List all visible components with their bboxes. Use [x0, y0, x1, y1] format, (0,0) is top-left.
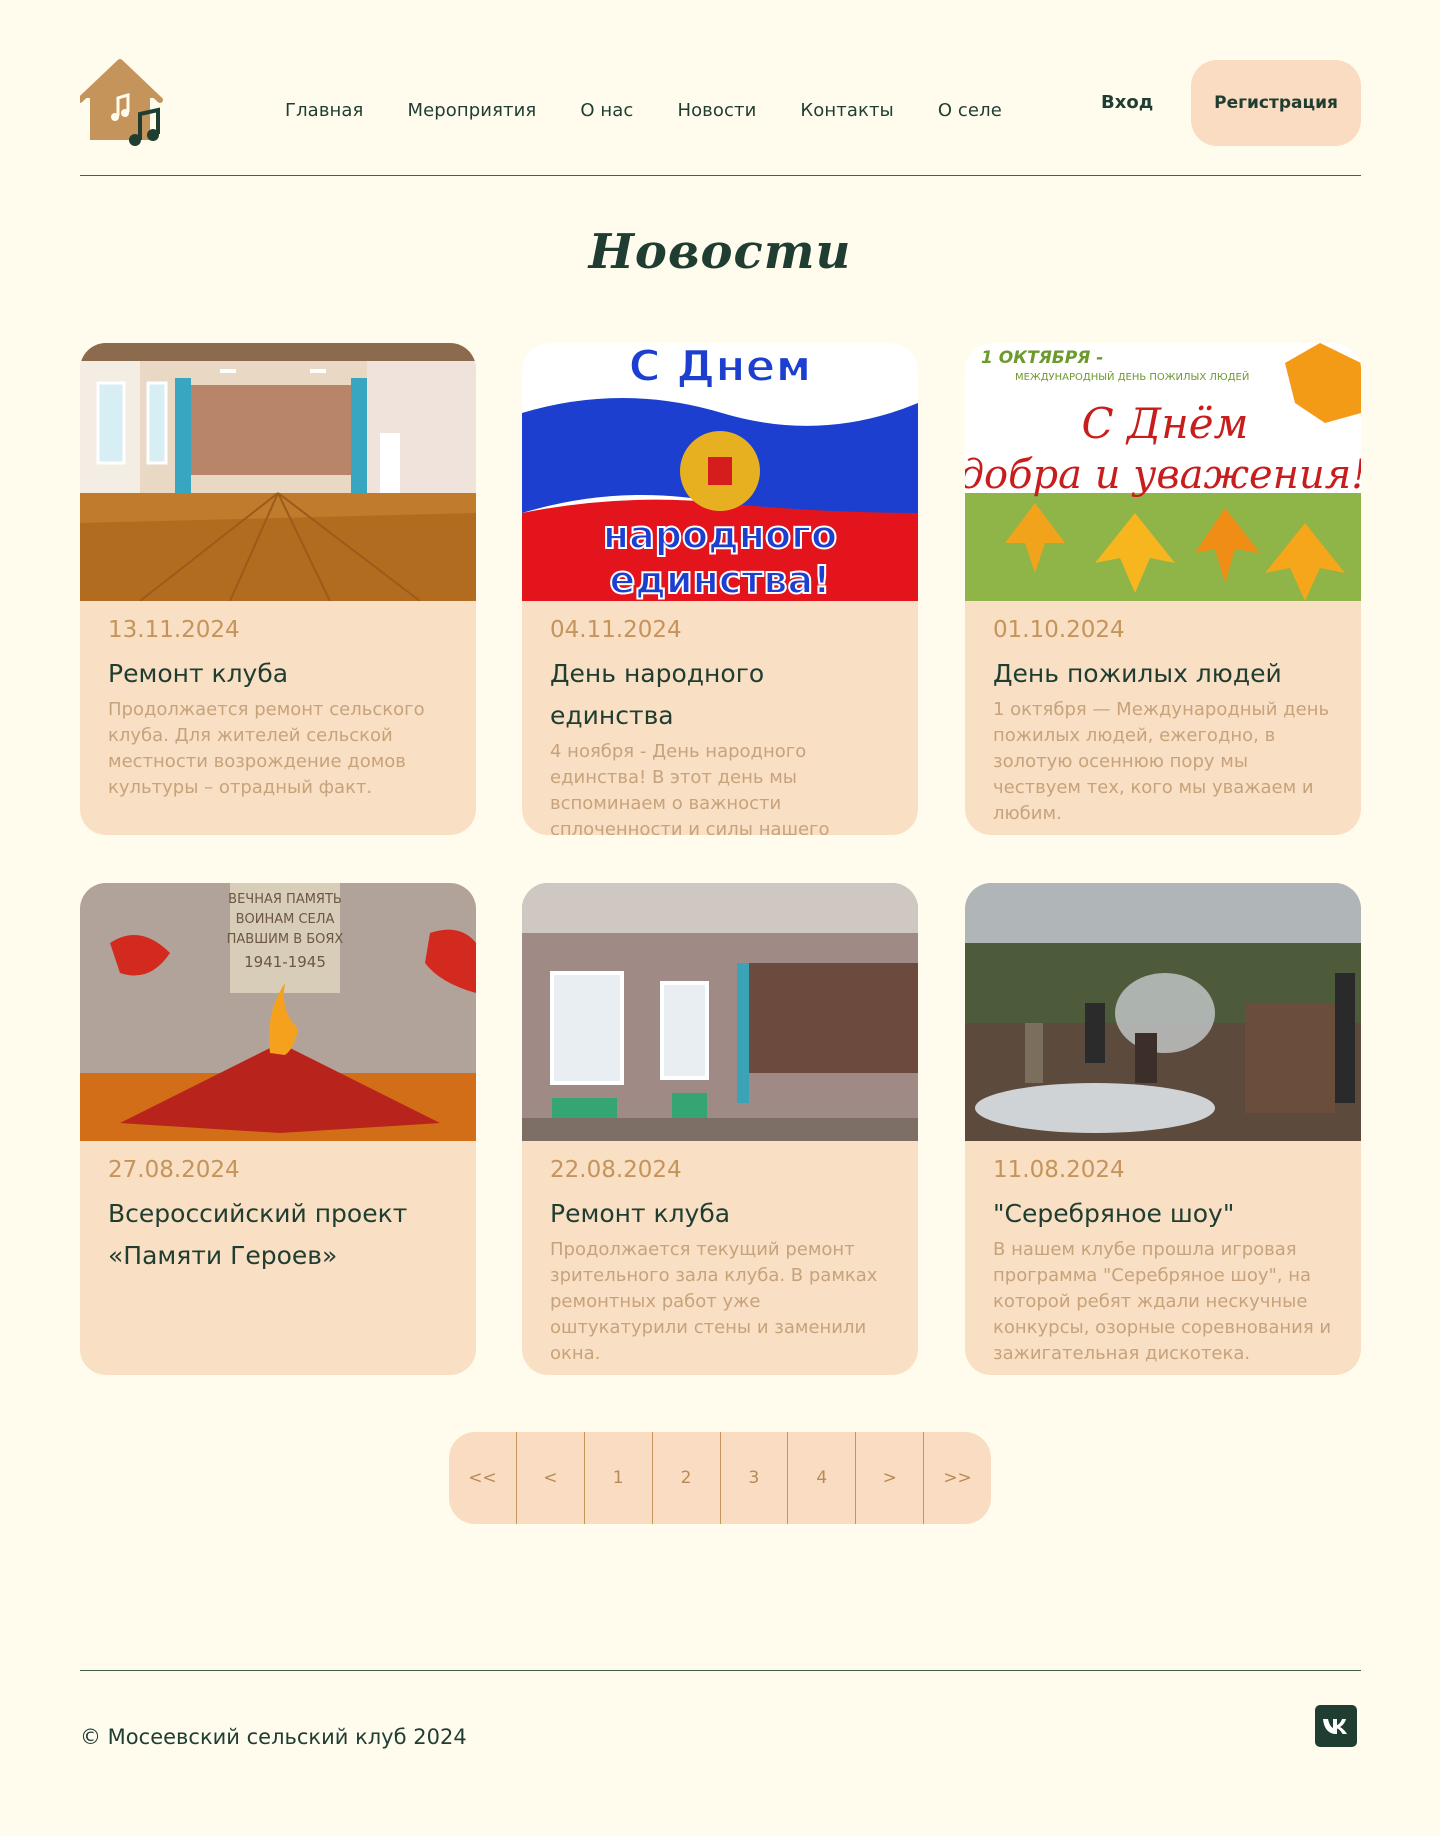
news-title[interactable]: Ремонт клуба — [550, 1193, 890, 1235]
news-card[interactable]: 22.08.2024 Ремонт клуба Продолжается тек… — [522, 883, 918, 1375]
page-prev-button[interactable]: < — [517, 1432, 585, 1524]
news-date: 11.08.2024 — [993, 1157, 1125, 1183]
register-button[interactable]: Регистрация — [1191, 60, 1361, 146]
page-3-button[interactable]: 3 — [721, 1432, 789, 1524]
news-text: В нашем клубе прошла игровая программа "… — [993, 1239, 1332, 1364]
page-next-button[interactable]: > — [856, 1432, 925, 1524]
russian-flag-banner: С Днем народного единства! — [522, 343, 918, 601]
hall-renovation-photo — [522, 883, 918, 1141]
page-1-button[interactable]: 1 — [585, 1432, 653, 1524]
banner-text-1: С Днем — [628, 343, 811, 392]
footer-copyright: © Мосеевский сельский клуб 2024 — [80, 1725, 467, 1749]
site-header: Главная Мероприятия О нас Новости Контак… — [80, 0, 1361, 176]
page-4-button[interactable]: 4 — [788, 1432, 857, 1524]
news-date: 01.10.2024 — [993, 617, 1125, 643]
news-date: 13.11.2024 — [108, 617, 240, 643]
news-card[interactable]: 1 ОКТЯБРЯ - МЕЖДУНАРОДНЫЙ ДЕНЬ ПОЖИЛЫХ Л… — [965, 343, 1361, 835]
news-title[interactable]: "Серебряное шоу" — [993, 1193, 1333, 1235]
card-text-4: добра и уважения! — [965, 452, 1361, 498]
news-card[interactable]: 13.11.2024 Ремонт клуба Продолжается рем… — [80, 343, 476, 835]
news-date: 22.08.2024 — [550, 1157, 682, 1183]
club-hall-photo — [80, 343, 476, 601]
card-text-3: С Днём — [1082, 399, 1249, 448]
news-card[interactable]: ВЕЧНАЯ ПАМЯТЬ ВОИНАМ СЕЛА ПАВШИМ В БОЯХ … — [80, 883, 476, 1375]
news-text: Продолжается текущий ремонт зрительного … — [550, 1239, 878, 1364]
page-last-button[interactable]: >> — [924, 1432, 991, 1524]
plaque-text-4: 1941-1945 — [244, 953, 326, 971]
vk-icon[interactable] — [1315, 1705, 1357, 1747]
login-link[interactable]: Вход — [1101, 92, 1153, 113]
news-card[interactable]: 11.08.2024 "Серебряное шоу" В нашем клуб… — [965, 883, 1361, 1375]
card-text-1: 1 ОКТЯБРЯ - — [981, 348, 1103, 368]
nav-about-village[interactable]: О селе — [938, 100, 1002, 121]
page-2-button[interactable]: 2 — [653, 1432, 721, 1524]
page-title: Новости — [588, 224, 852, 280]
eternal-flame-memorial: ВЕЧНАЯ ПАМЯТЬ ВОИНАМ СЕЛА ПАВШИМ В БОЯХ … — [80, 883, 476, 1141]
footer-divider — [80, 1670, 1361, 1671]
news-date: 27.08.2024 — [108, 1157, 240, 1183]
nav-home[interactable]: Главная — [285, 100, 363, 121]
autumn-leaves-card: 1 ОКТЯБРЯ - МЕЖДУНАРОДНЫЙ ДЕНЬ ПОЖИЛЫХ Л… — [965, 343, 1361, 601]
news-title[interactable]: Ремонт клуба — [108, 653, 448, 695]
nav-events[interactable]: Мероприятия — [407, 100, 536, 121]
house-music-logo-icon[interactable] — [80, 58, 166, 148]
news-text: Продолжается ремонт сельского клуба. Для… — [108, 699, 425, 798]
news-title[interactable]: Всероссийский проект «Памяти Героев» — [108, 1193, 448, 1277]
nav-about[interactable]: О нас — [580, 100, 633, 121]
pagination: << < 1 2 3 4 > >> — [449, 1432, 991, 1524]
page-first-button[interactable]: << — [449, 1432, 517, 1524]
silver-show-photo — [965, 883, 1361, 1141]
plaque-text-2: ВОИНАМ СЕЛА — [236, 912, 335, 927]
news-card[interactable]: С Днем народного единства! 04.11.2024 Де… — [522, 343, 918, 835]
nav-contacts[interactable]: Контакты — [800, 100, 893, 121]
main-nav: Главная Мероприятия О нас Новости Контак… — [285, 100, 1046, 121]
banner-text-2: народного — [603, 513, 837, 557]
news-text: 1 октября — Международный день пожилых л… — [993, 699, 1330, 824]
plaque-text-1: ВЕЧНАЯ ПАМЯТЬ — [228, 892, 342, 907]
nav-news[interactable]: Новости — [677, 100, 756, 121]
news-title[interactable]: День пожилых людей — [993, 653, 1333, 695]
news-title[interactable]: День народного единства — [550, 653, 890, 737]
banner-text-3: единства! — [610, 558, 831, 601]
news-date: 04.11.2024 — [550, 617, 682, 643]
plaque-text-3: ПАВШИМ В БОЯХ — [227, 932, 344, 947]
news-text: 4 ноября - День народного единства! В эт… — [550, 741, 830, 835]
card-text-2: МЕЖДУНАРОДНЫЙ ДЕНЬ ПОЖИЛЫХ ЛЮДЕЙ — [1015, 370, 1249, 383]
